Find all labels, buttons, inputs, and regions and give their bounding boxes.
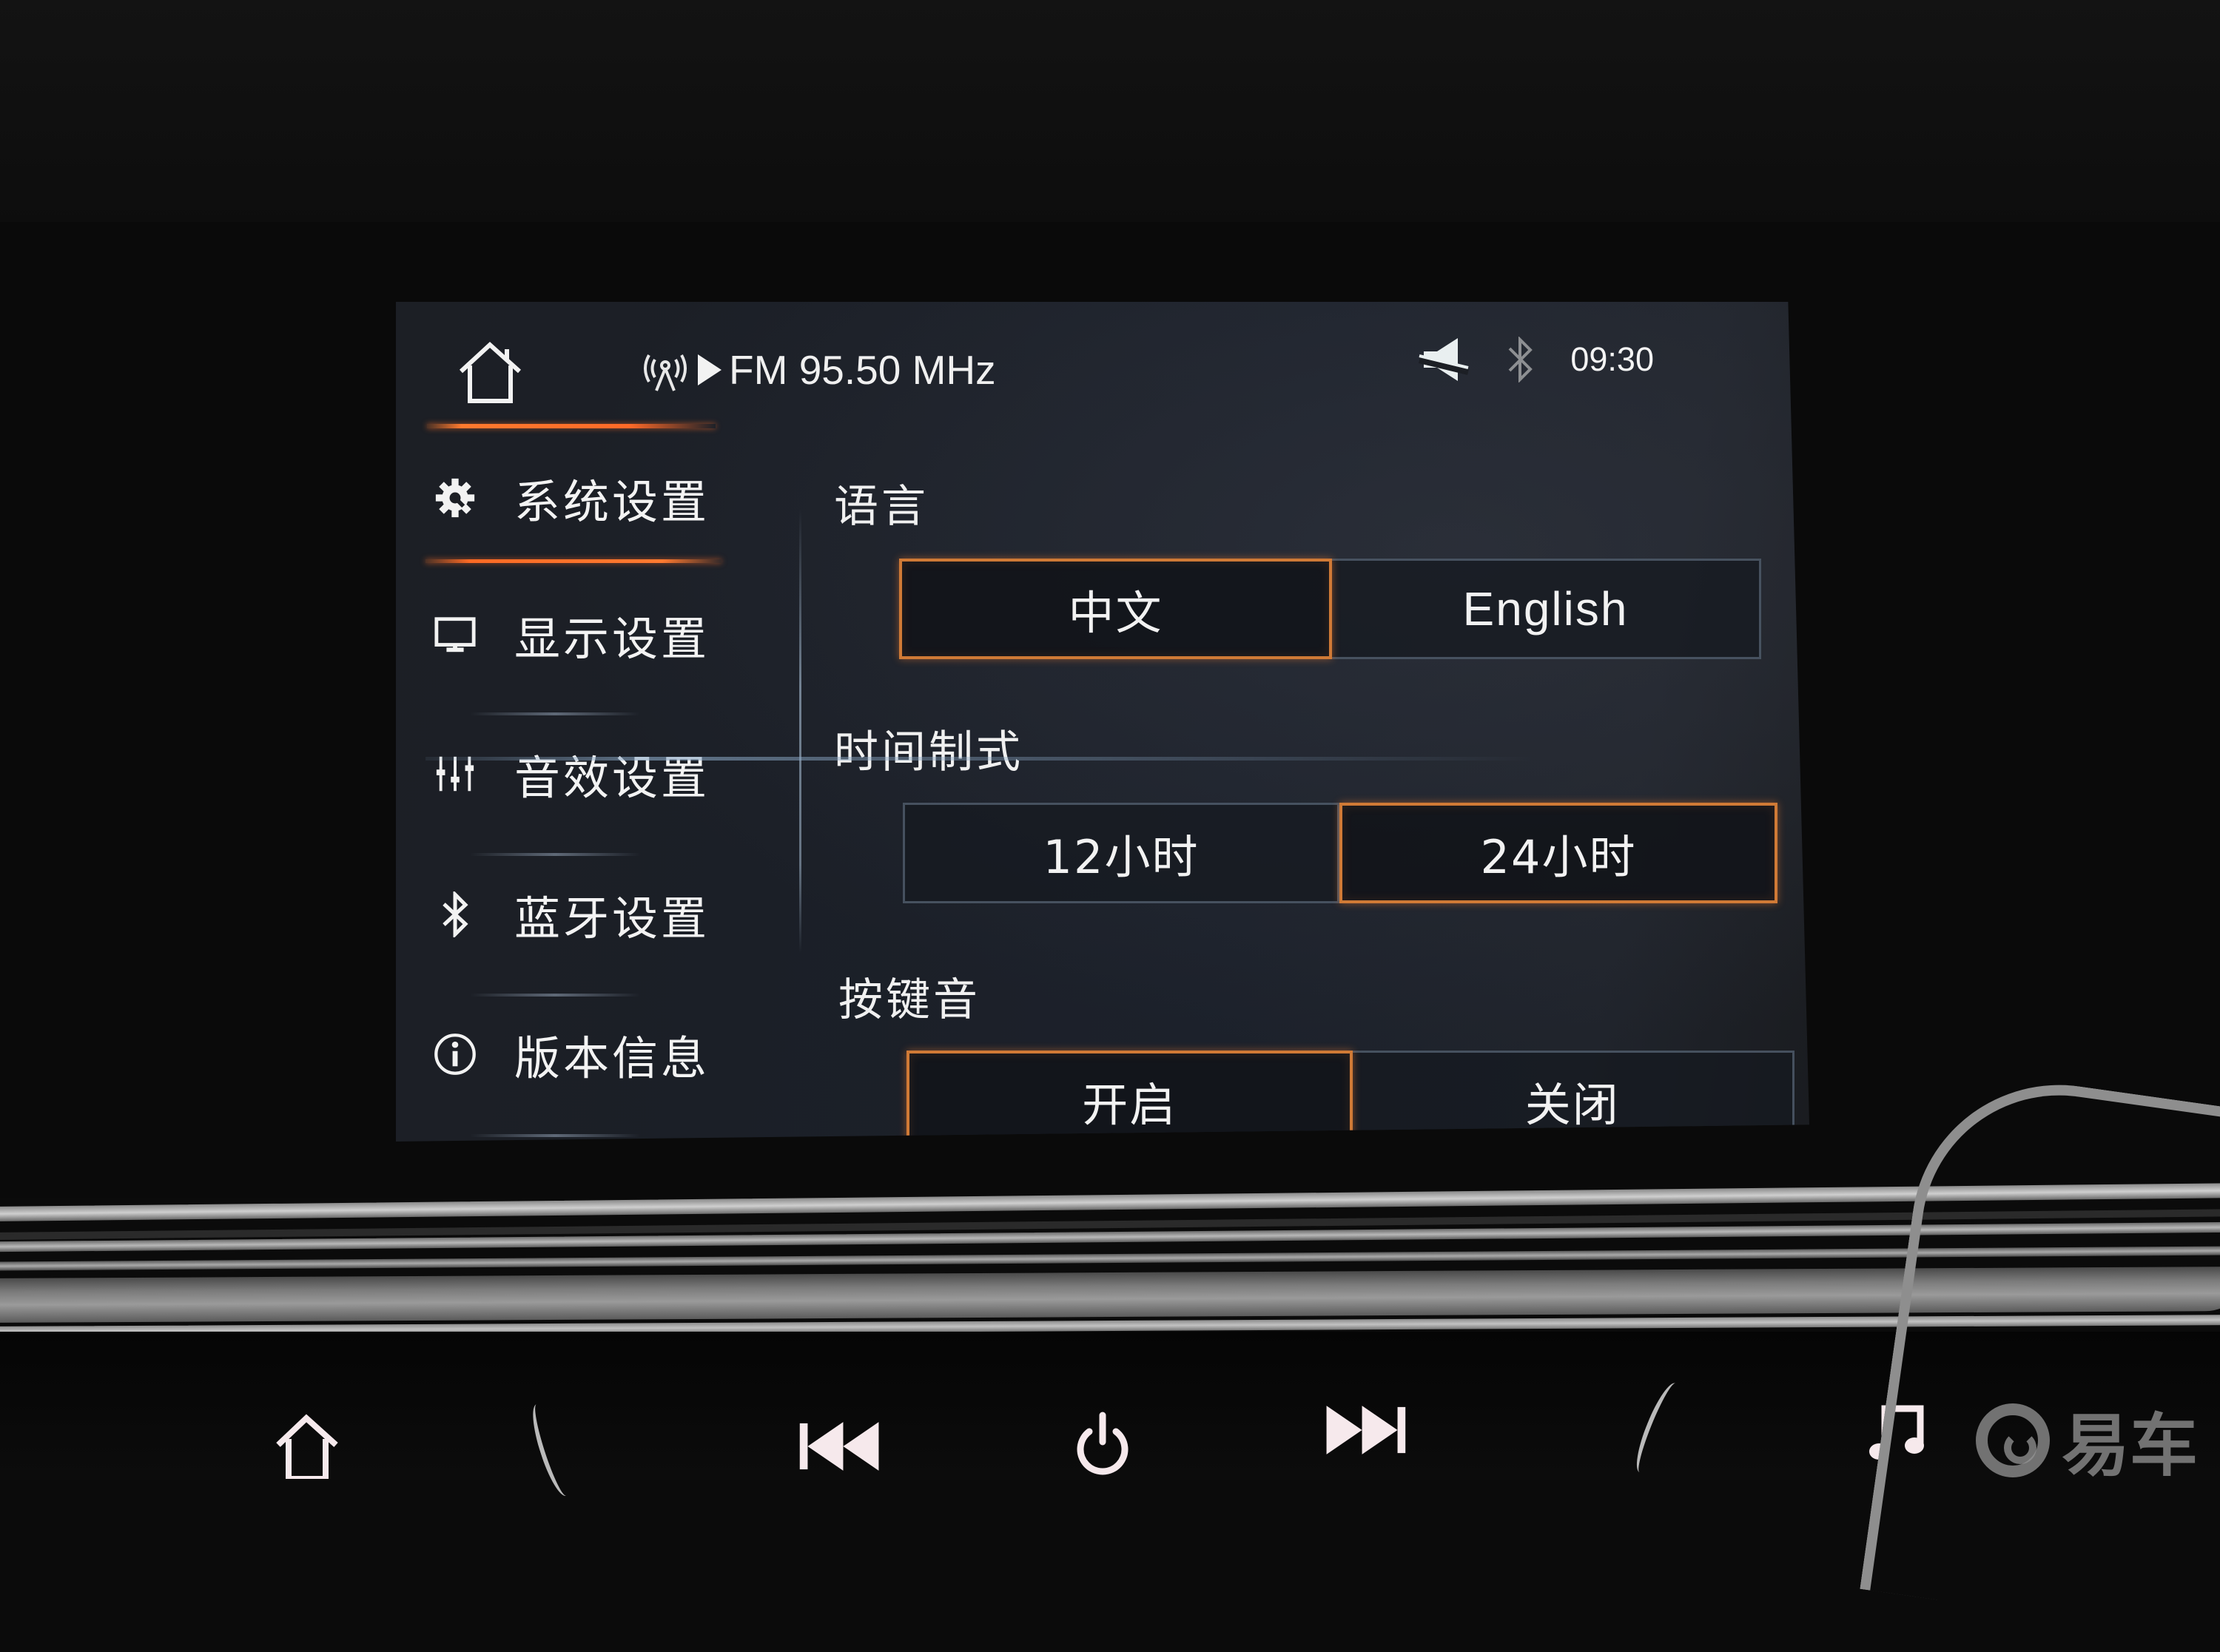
- now-playing-radio[interactable]: FM 95.50 MHz: [640, 340, 996, 399]
- sidebar-item-label: 音效设置: [514, 751, 710, 805]
- watermark-logo-icon: [1976, 1403, 2050, 1477]
- sidebar-item-label: 显示设置: [514, 612, 710, 666]
- key-tone-label: 按键音: [838, 974, 980, 1026]
- time-format-option-12h[interactable]: 12小时: [903, 803, 1339, 903]
- sidebar-separator: [470, 853, 640, 856]
- radio-frequency: FM 95.50 MHz: [729, 347, 996, 393]
- home-icon: [459, 341, 522, 403]
- clock: 09:30: [1570, 340, 1654, 378]
- radio-broadcast-icon: [644, 354, 687, 391]
- language-option-chinese[interactable]: 中文: [899, 559, 1332, 659]
- sidebar-item-system-settings[interactable]: 系统设置: [418, 446, 729, 550]
- skip-previous-icon: [799, 1422, 879, 1471]
- language-option-english[interactable]: English: [1332, 559, 1761, 659]
- sidebar-separator: [470, 1134, 640, 1137]
- sidebar-separator: [470, 994, 640, 997]
- key-tone-option-on[interactable]: 开启: [906, 1051, 1353, 1142]
- skip-next-icon: [1326, 1406, 1406, 1454]
- previous-track-button[interactable]: [792, 1413, 888, 1480]
- knob-highlight: [525, 1400, 577, 1500]
- power-button[interactable]: [1066, 1406, 1140, 1480]
- active-item-underline: [426, 559, 722, 563]
- sidebar-item-label: 版本信息: [514, 1031, 710, 1085]
- sidebar-item-display-settings[interactable]: 显示设置: [418, 583, 729, 687]
- language-label: 语言: [834, 481, 929, 533]
- sidebar-item-label: 蓝牙设置: [514, 891, 710, 945]
- monitor-icon: [433, 613, 477, 657]
- chrome-trim: [0, 1246, 2220, 1271]
- play-icon: [698, 354, 722, 385]
- home-button[interactable]: [455, 339, 525, 405]
- sidebar-divider: [799, 509, 801, 953]
- watermark: 易车: [1976, 1391, 2198, 1489]
- speaker-muted-icon: [1419, 338, 1470, 381]
- sidebar-item-label: 系统设置: [514, 475, 710, 529]
- sidebar-item-version-info[interactable]: 版本信息: [418, 1002, 729, 1106]
- section-divider-glow: [426, 757, 1536, 761]
- sidebar-item-bluetooth-settings[interactable]: 蓝牙设置: [418, 863, 729, 966]
- knob-highlight: [1629, 1379, 1686, 1477]
- bluetooth-icon: [1508, 337, 1533, 382]
- sidebar-separator: [470, 712, 640, 715]
- infotainment-screen: FM 95.50 MHz 09:30 系统设置 显示设置 音效设置 蓝牙设置 版…: [396, 302, 1809, 1142]
- info-icon: [433, 1032, 477, 1076]
- power-icon: [1077, 1412, 1128, 1475]
- watermark-text: 易车: [2062, 1406, 2199, 1486]
- settings-sidebar: 系统设置 显示设置 音效设置 蓝牙设置 版本信息: [396, 439, 744, 1142]
- language-selector: 中文 English: [899, 559, 1761, 659]
- chrome-trim: [0, 1266, 2220, 1324]
- home-icon: [276, 1414, 338, 1479]
- bluetooth-icon: [433, 891, 477, 937]
- status-indicators: 09:30: [1418, 330, 1654, 389]
- physical-home-button[interactable]: [270, 1412, 344, 1480]
- gear-wrench-icon: [433, 476, 477, 520]
- time-format-label: 时间制式: [834, 726, 1023, 778]
- time-format-option-24h[interactable]: 24小时: [1339, 803, 1777, 903]
- status-bar: FM 95.50 MHz 09:30: [396, 302, 1809, 428]
- sidebar-item-sound-settings[interactable]: 音效设置: [418, 722, 729, 826]
- time-format-selector: 12小时 24小时: [903, 803, 1777, 903]
- next-track-button[interactable]: [1317, 1397, 1413, 1463]
- header-accent-line: [427, 424, 716, 428]
